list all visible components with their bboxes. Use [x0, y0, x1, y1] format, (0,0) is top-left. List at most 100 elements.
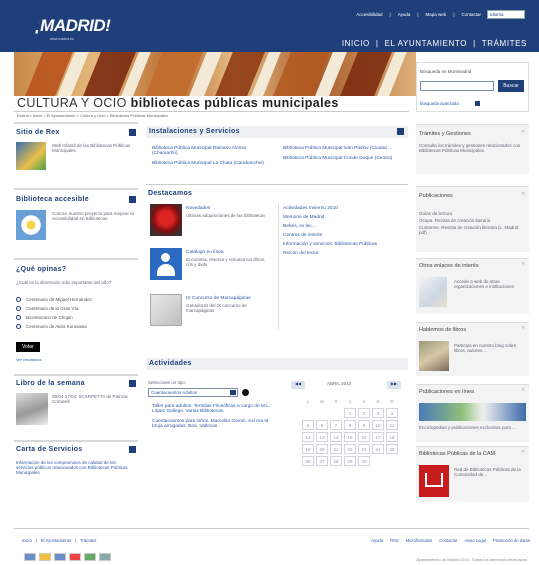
otros-text[interactable]: Accede a web de otras organizaciones e i…: [454, 279, 524, 289]
tramites-arrow-icon[interactable]: »: [522, 129, 525, 135]
calendar-day[interactable]: 10: [372, 420, 384, 430]
prev-month-icon[interactable]: ◀◀: [291, 381, 305, 389]
publicaciones-arrow-icon[interactable]: »: [522, 191, 525, 197]
nav-inicio[interactable]: INICIO: [342, 39, 370, 48]
search-button[interactable]: Buscar: [498, 80, 524, 92]
publicacion-link[interactable]: Cuntarme. Revista de creación literaria …: [419, 225, 526, 235]
destacamos-link[interactable]: Información y servicios. Bibliotecas Púb…: [283, 242, 403, 247]
footer-link[interactable]: Ayuda: [371, 538, 383, 543]
footer-link-inicio[interactable]: Inicio: [22, 538, 32, 543]
xhtml-badge-icon[interactable]: [54, 553, 66, 561]
enlinea-banner[interactable]: [419, 403, 526, 421]
marcapaginas-link[interactable]: IX Concurso de Marcapáginas: [186, 296, 251, 301]
calendar-day[interactable]: 13: [316, 432, 328, 442]
otros-arrow-icon[interactable]: »: [522, 261, 525, 267]
destacamos-link[interactable]: Rincón del lector: [283, 251, 403, 256]
poll-option[interactable]: Centenario de la Gran Vía: [16, 306, 136, 311]
hablemos-thumbnail[interactable]: [419, 341, 449, 371]
calendar-day[interactable]: 19: [302, 444, 314, 454]
search-input[interactable]: [420, 81, 494, 91]
css-badge-icon[interactable]: [39, 553, 51, 561]
library-link[interactable]: Biblioteca Pública Municipal Conde Duque…: [283, 156, 405, 161]
tramites-text[interactable]: Consulta los trámites y gestiones relaci…: [419, 143, 524, 153]
top-link-accesibilidad[interactable]: Accesibilidad: [356, 12, 382, 17]
poll-option[interactable]: Centenario de Miguel Hernández: [16, 297, 136, 302]
actividad-link[interactable]: Taller para adultos. Tertulias Filosófic…: [152, 404, 272, 414]
publicacion-link[interactable]: Guías de lectura: [419, 211, 526, 216]
destacamos-link[interactable]: Actividades Invierno 2010: [283, 206, 403, 211]
top-link-contactar[interactable]: Contactar: [461, 12, 481, 17]
accesible-text[interactable]: Conoce nuestro proyecto para mejorar la …: [52, 211, 134, 221]
otros-thumbnail[interactable]: [419, 277, 447, 307]
calendar-day[interactable]: 4: [386, 408, 398, 418]
actividad-link[interactable]: Cuentacuentos para niños. Marcelito Gemi…: [152, 419, 272, 429]
calendar-day[interactable]: 21: [330, 444, 342, 454]
top-link-mapa-web[interactable]: Mapa web: [426, 12, 447, 17]
sitio-rex-arrow-icon[interactable]: [129, 129, 136, 136]
destacamos-link[interactable]: Centros de interés: [283, 233, 403, 238]
sitio-rex-title[interactable]: Sitio de Rex: [16, 129, 60, 136]
calendar-day[interactable]: 20: [316, 444, 328, 454]
enlinea-arrow-icon[interactable]: »: [522, 387, 525, 393]
novedades-thumbnail[interactable]: [150, 204, 182, 236]
library-link[interactable]: Biblioteca Pública Municipal La Chata (C…: [152, 161, 272, 166]
carta-arrow-icon[interactable]: [129, 446, 136, 453]
calendar-day[interactable]: 11: [386, 420, 398, 430]
hablemos-arrow-icon[interactable]: »: [522, 325, 525, 331]
footer-link[interactable]: Aviso Legal: [464, 538, 486, 543]
calendar-day[interactable]: 7: [330, 420, 342, 430]
poll-results-link[interactable]: Ver resultados: [16, 357, 42, 362]
nav-ayuntamiento[interactable]: EL AYUNTAMIENTO: [385, 39, 468, 48]
calendar-day[interactable]: 1: [344, 408, 356, 418]
library-link[interactable]: Biblioteca Pública Municipal Iván Pávlov…: [283, 146, 405, 151]
calendar-day[interactable]: 2: [358, 408, 370, 418]
tramites-title[interactable]: Trámites y Gestiones: [419, 131, 471, 137]
next-month-icon[interactable]: ▶▶: [387, 381, 401, 389]
catalogo-thumbnail[interactable]: [150, 248, 182, 280]
vote-button[interactable]: Votar: [16, 342, 40, 352]
footer-link-tramites[interactable]: Trámites: [80, 538, 96, 543]
calendar-day[interactable]: 28: [330, 456, 342, 466]
calendar-day[interactable]: 8: [344, 420, 356, 430]
footer-link-ayuntamiento[interactable]: El Ayuntamiento: [41, 538, 71, 543]
calendar-day[interactable]: 22: [344, 444, 356, 454]
accesible-arrow-icon[interactable]: [129, 196, 136, 203]
calendar-day[interactable]: 15: [344, 432, 356, 442]
nav-tramites[interactable]: TRÁMITES: [482, 39, 527, 48]
top-link-ayuda[interactable]: Ayuda: [398, 12, 411, 17]
cam-text[interactable]: Red de Bibliotecas Públicas de la Comuni…: [454, 467, 524, 477]
carta-text[interactable]: Información de los compromisos de calida…: [16, 460, 134, 475]
flower-thumbnail[interactable]: [16, 210, 46, 240]
enlinea-text[interactable]: Enciclopedias y publicaciones exclusivas…: [419, 425, 524, 430]
calendar-day[interactable]: 6: [316, 420, 328, 430]
publicacion-link[interactable]: Ocupa. Revista de creación literaria: [419, 218, 526, 223]
library-link[interactable]: Biblioteca Pública Municipal Dámaso Alon…: [152, 146, 272, 156]
destacamos-link[interactable]: Memoria de Madrid: [283, 215, 403, 220]
actividades-select[interactable]: Cuentacuentos Adultos: [148, 388, 238, 397]
catalogo-link[interactable]: Catálogo en línea: [186, 250, 224, 255]
language-select[interactable]: Idioma: [487, 10, 525, 19]
calendar-day[interactable]: 30: [358, 456, 370, 466]
calendar-day[interactable]: 25: [386, 444, 398, 454]
rex-thumbnail[interactable]: [16, 142, 46, 170]
cam-title[interactable]: Bibliotecas Públicas de la CAM: [419, 451, 495, 457]
calendar-day[interactable]: 17: [372, 432, 384, 442]
calendar-day[interactable]: 27: [316, 456, 328, 466]
aenor-badge-icon[interactable]: [99, 553, 111, 561]
go-icon[interactable]: [242, 389, 249, 396]
book-cover-thumbnail[interactable]: [16, 393, 48, 425]
calendar-day[interactable]: 24: [372, 444, 384, 454]
libro-text[interactable]: 09/04-17/04: SCARPETTA de Patricia Cornw…: [52, 394, 134, 404]
calendar-day[interactable]: 16: [358, 432, 370, 442]
poll-option[interactable]: Bicentenario de Chopin: [16, 315, 136, 320]
calendar-day[interactable]: 12: [302, 432, 314, 442]
marcapaginas-thumbnail[interactable]: [150, 294, 182, 326]
accesible-title[interactable]: Biblioteca accesible: [16, 196, 89, 203]
cam-arrow-icon[interactable]: »: [522, 449, 525, 455]
footer-link[interactable]: RSS: [390, 538, 399, 543]
hablemos-title[interactable]: Hablemos de libros: [419, 327, 466, 333]
calendar-day[interactable]: 3: [372, 408, 384, 418]
calendar-day[interactable]: 18: [386, 432, 398, 442]
calendar-day[interactable]: 23: [358, 444, 370, 454]
destacamos-link[interactable]: Bebés, ex lec...: [283, 224, 403, 229]
